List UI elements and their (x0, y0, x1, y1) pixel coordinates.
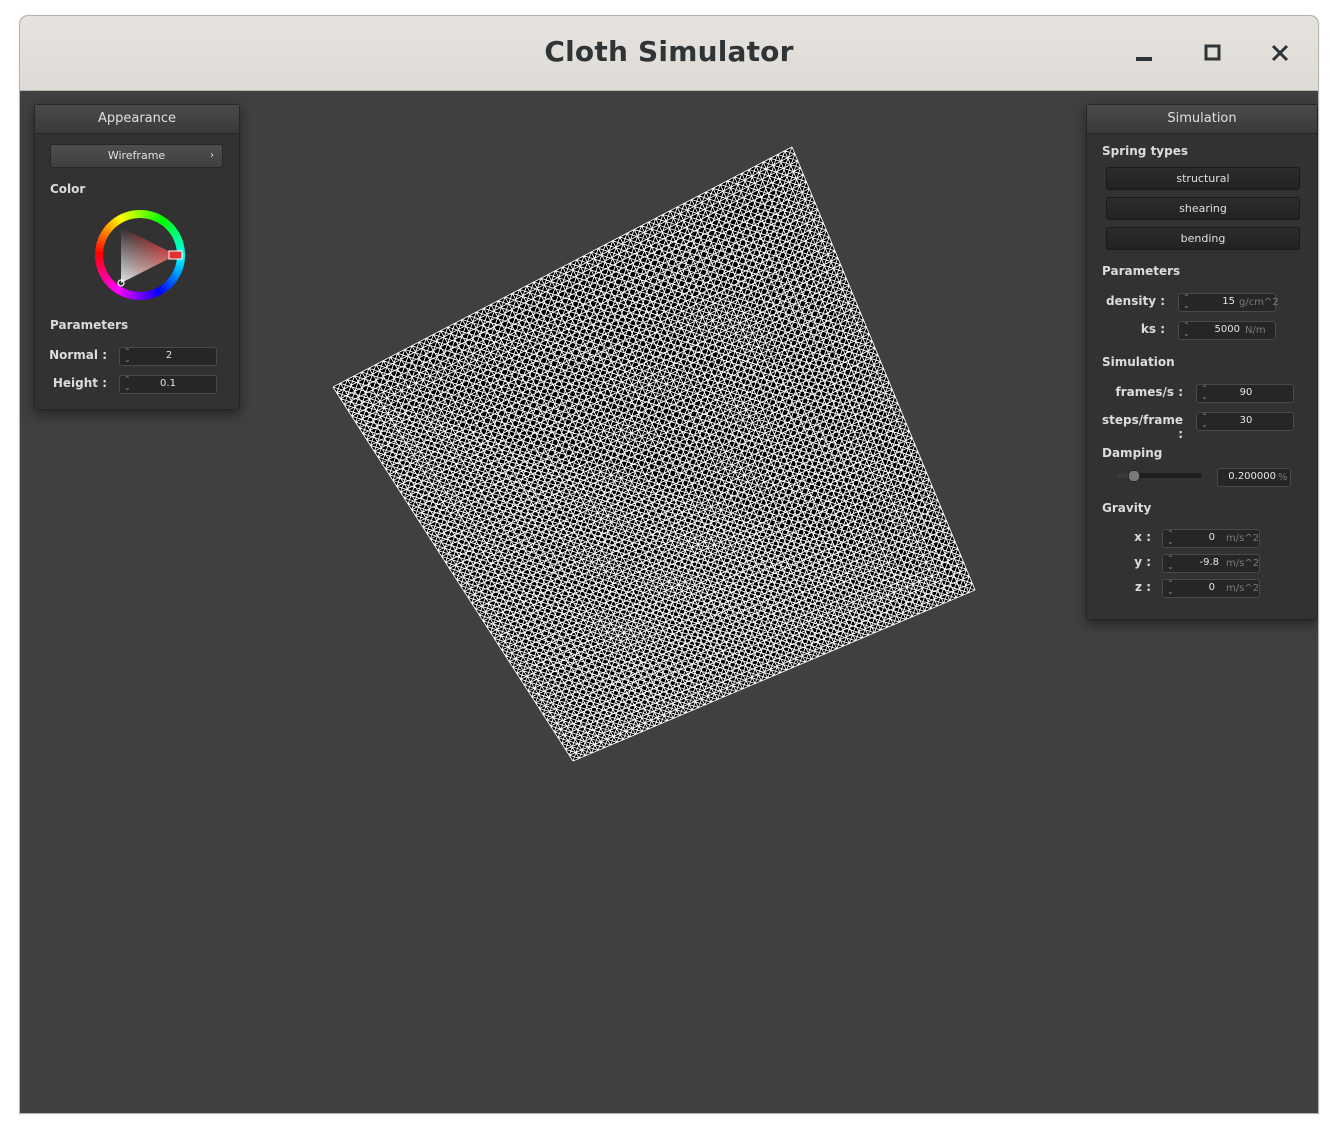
appearance-parameters-label: Parameters (50, 318, 129, 332)
gravity-label: Gravity (1102, 501, 1152, 515)
structural-button[interactable]: structural (1106, 167, 1300, 190)
title-bar[interactable]: Cloth Simulator (20, 16, 1318, 91)
damping-label: Damping (1102, 446, 1163, 460)
minimize-button[interactable] (1129, 38, 1159, 68)
damping-slider-knob[interactable] (1128, 470, 1141, 482)
simulation-section-label: Simulation (1102, 355, 1175, 369)
spinner-icon[interactable]: ⌃ ⌄ (1183, 322, 1190, 338)
color-section-label: Color (50, 182, 86, 196)
steps-label: steps/frame : (1101, 413, 1183, 441)
height-label: Height : (52, 376, 107, 390)
minimize-icon (1136, 57, 1152, 61)
simulation-panel: Simulation Spring types structural shear… (1086, 104, 1318, 620)
height-input[interactable]: ⌃ ⌄ 0.1 (119, 375, 217, 394)
app-window: Cloth Simulator Appearance Wireframe › C… (19, 15, 1319, 1114)
normal-input[interactable]: ⌃ ⌄ 2 (119, 347, 217, 366)
fps-label: frames/s : (1115, 385, 1183, 399)
spinner-icon[interactable]: ⌃ ⌄ (1201, 385, 1208, 401)
steps-input[interactable]: ⌃ ⌄ 30 (1196, 412, 1294, 431)
normal-label: Normal : (49, 348, 107, 362)
maximize-icon (1204, 44, 1221, 61)
spinner-icon[interactable]: ⌃ ⌄ (124, 348, 131, 364)
chevron-right-icon: › (210, 150, 214, 161)
damping-input[interactable]: 0.200000 % (1217, 468, 1291, 487)
gravity-x-label: x : (1134, 530, 1151, 544)
spinner-icon[interactable]: ⌃ ⌄ (1167, 580, 1174, 596)
window-title: Cloth Simulator (544, 35, 794, 68)
color-wheel[interactable] (90, 205, 190, 305)
spinner-icon[interactable]: ⌃ ⌄ (1167, 555, 1174, 571)
damping-slider[interactable] (1116, 470, 1202, 482)
shearing-button[interactable]: shearing (1106, 197, 1300, 220)
appearance-panel-header[interactable]: Appearance (35, 105, 239, 134)
spinner-icon[interactable]: ⌃ ⌄ (124, 376, 131, 392)
gravity-y-input[interactable]: ⌃ ⌄ -9.8 m/s^2 (1162, 554, 1260, 573)
appearance-panel: Appearance Wireframe › Color Parameters … (34, 104, 240, 410)
shading-mode-value: Wireframe (107, 149, 166, 162)
sim-parameters-label: Parameters (1102, 264, 1181, 278)
ks-label: ks : (1140, 322, 1165, 336)
gravity-x-input[interactable]: ⌃ ⌄ 0 m/s^2 (1162, 529, 1260, 548)
3d-viewport[interactable]: Appearance Wireframe › Color Parameters … (20, 91, 1318, 1113)
fps-input[interactable]: ⌃ ⌄ 90 (1196, 384, 1294, 403)
close-icon (1271, 44, 1289, 62)
density-input[interactable]: ⌃ ⌄ 15 g/cm^2 (1178, 293, 1279, 312)
gravity-z-label: z : (1135, 580, 1151, 594)
close-button[interactable] (1265, 38, 1295, 68)
spinner-icon[interactable]: ⌃ ⌄ (1201, 413, 1208, 429)
spinner-icon[interactable]: ⌃ ⌄ (1183, 294, 1190, 310)
ks-input[interactable]: ⌃ ⌄ 5000 N/m (1178, 321, 1276, 340)
gravity-y-label: y : (1134, 555, 1151, 569)
spring-types-label: Spring types (1102, 144, 1189, 158)
maximize-button[interactable] (1197, 38, 1227, 68)
spinner-icon[interactable]: ⌃ ⌄ (1167, 530, 1174, 546)
bending-button[interactable]: bending (1106, 227, 1300, 250)
shading-mode-dropdown[interactable]: Wireframe › (50, 144, 223, 168)
hue-marker[interactable] (168, 250, 183, 260)
gravity-z-input[interactable]: ⌃ ⌄ 0 m/s^2 (1162, 579, 1260, 598)
simulation-panel-header[interactable]: Simulation (1087, 105, 1317, 134)
density-label: density : (1105, 294, 1165, 308)
